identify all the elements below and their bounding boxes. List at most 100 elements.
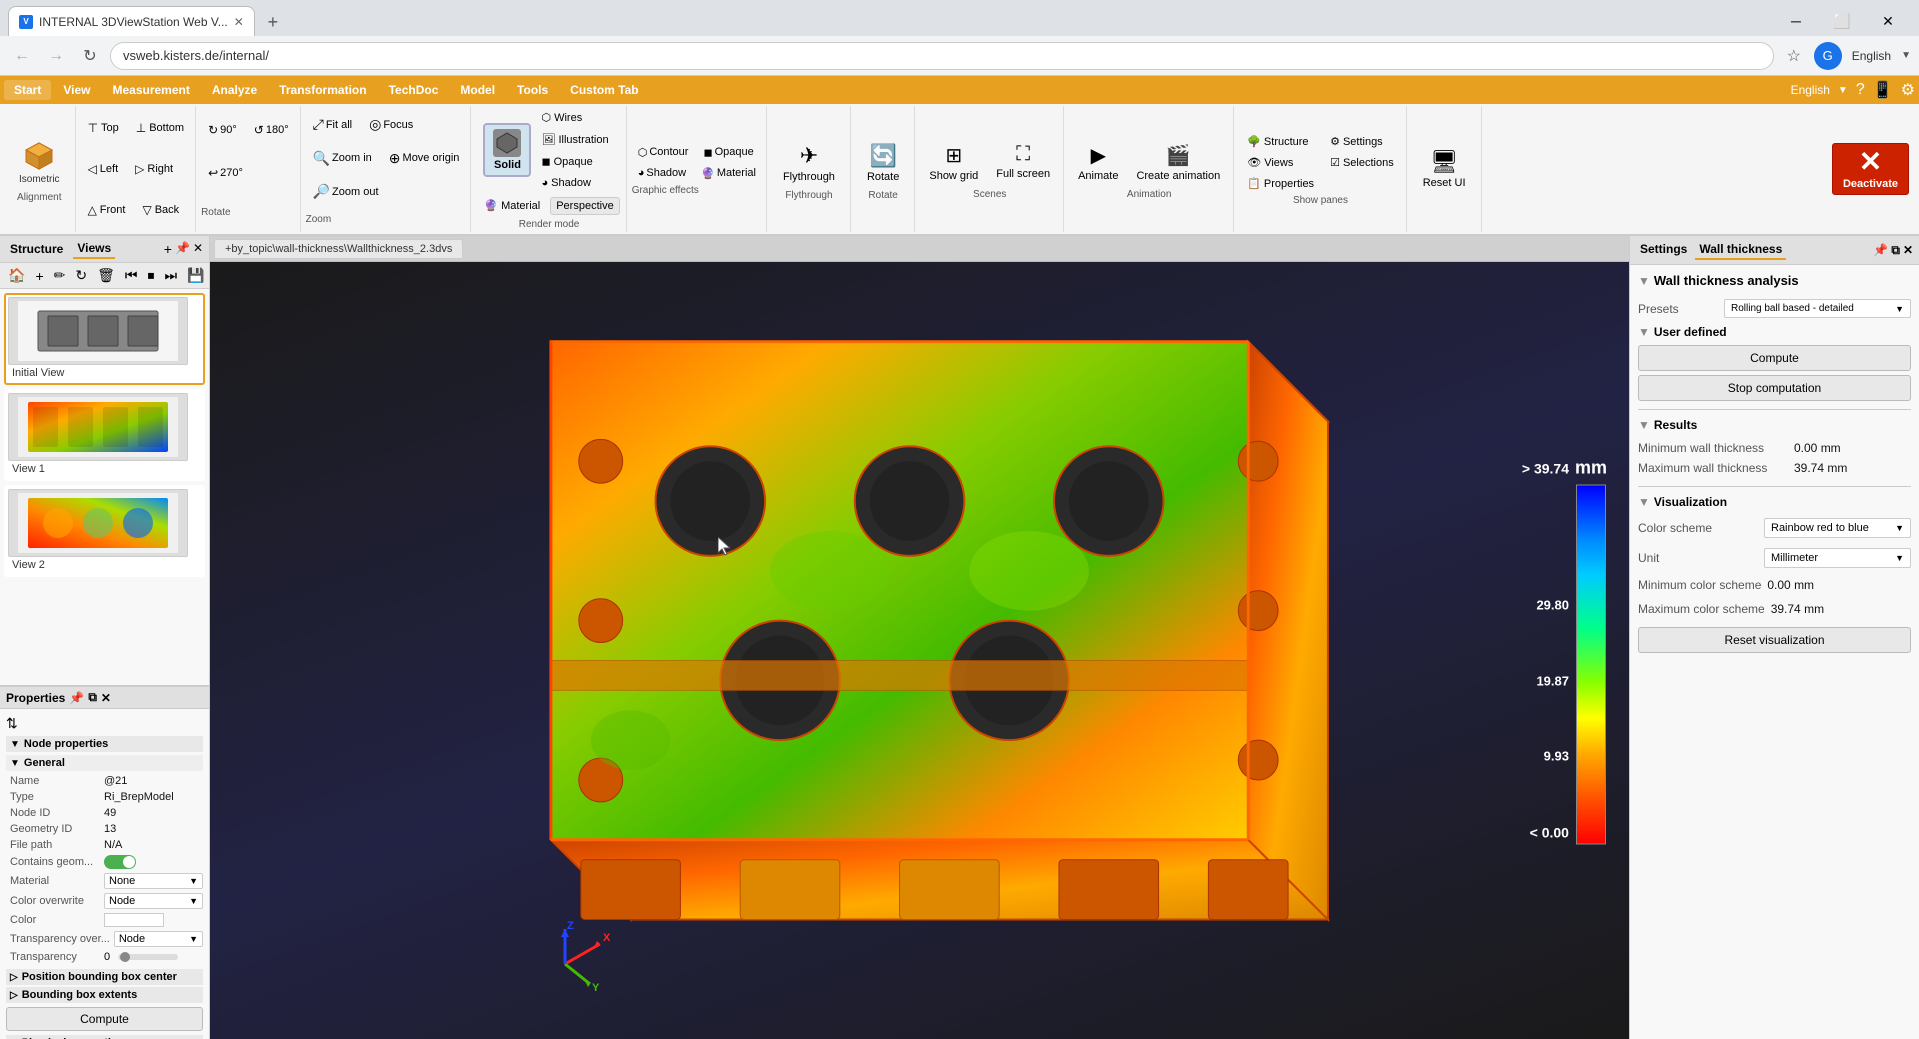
- views-add-icon[interactable]: +: [164, 241, 172, 257]
- opaque-button[interactable]: ◼Opaque: [535, 152, 614, 171]
- selections-pane-button[interactable]: ☑Selections: [1324, 153, 1400, 172]
- transparency-slider[interactable]: [118, 954, 178, 960]
- maximize-button[interactable]: ⬜: [1819, 6, 1865, 36]
- view-refresh-icon[interactable]: ↻: [71, 265, 91, 286]
- view-delete-icon[interactable]: 🗑: [93, 265, 119, 286]
- graphic-shadow-button[interactable]: ◕Shadow: [632, 164, 692, 183]
- deactivate-button[interactable]: ✕ Deactivate: [1832, 143, 1909, 195]
- views-tab[interactable]: Views: [73, 239, 115, 259]
- view-pencil-icon[interactable]: ✏: [50, 265, 70, 286]
- view-stop-icon[interactable]: ⏹: [143, 265, 158, 286]
- right-panel-float-icon[interactable]: ⧉: [1891, 243, 1900, 258]
- view-item-initial[interactable]: Initial View: [4, 293, 205, 385]
- compute-button[interactable]: Compute: [1638, 345, 1911, 371]
- animate-button[interactable]: ▶ Animate: [1071, 138, 1125, 187]
- props-compute-button[interactable]: Compute: [6, 1007, 203, 1031]
- views-close-icon[interactable]: ✕: [193, 241, 203, 257]
- zoom-in-button[interactable]: 🔍Zoom in: [306, 147, 379, 170]
- bb-extents-collapse-icon[interactable]: ▷: [10, 990, 18, 1001]
- right-panel-pin-icon[interactable]: 📌: [1873, 243, 1888, 258]
- presets-dropdown[interactable]: Rolling ball based - detailed ▼: [1724, 299, 1911, 318]
- view-prev-icon[interactable]: ⏮: [121, 265, 142, 286]
- right-wall-thickness-tab[interactable]: Wall thickness: [1695, 240, 1786, 260]
- rot90-button[interactable]: ↻90°: [201, 120, 244, 140]
- rot270-button[interactable]: ↩270°: [201, 163, 250, 183]
- properties-pane-button[interactable]: 📋Properties: [1241, 174, 1320, 193]
- bookmark-button[interactable]: ☆: [1780, 42, 1808, 70]
- phone-icon[interactable]: 📱: [1873, 80, 1893, 100]
- lang-dropdown-icon[interactable]: ▼: [1901, 50, 1911, 61]
- left-button[interactable]: ◁Left: [81, 159, 126, 179]
- material-dropdown[interactable]: None ▼: [104, 873, 203, 889]
- props-float-icon[interactable]: ⧉: [88, 690, 97, 705]
- front-button[interactable]: △Front: [81, 200, 133, 220]
- color-scheme-dropdown[interactable]: Rainbow red to blue ▼: [1764, 518, 1911, 538]
- stop-computation-button[interactable]: Stop computation: [1638, 375, 1911, 401]
- file-tab[interactable]: +by_topic\wall-thickness\Wallthickness_2…: [214, 239, 463, 259]
- position-bb-collapse-icon[interactable]: ▷: [10, 972, 18, 983]
- structure-pane-button[interactable]: 🌳Structure: [1241, 132, 1320, 151]
- fit-all-button[interactable]: ⤢Fit all: [306, 113, 359, 136]
- flythrough-button[interactable]: ✈ Flythrough: [774, 138, 844, 188]
- views-pin-icon[interactable]: 📌: [175, 241, 190, 257]
- back-button[interactable]: ▽Back: [135, 200, 186, 220]
- graphic-material-button[interactable]: 🔮Material: [695, 164, 762, 183]
- view-export-icon[interactable]: 💾: [183, 265, 208, 286]
- address-bar[interactable]: vsweb.kisters.de/internal/: [110, 42, 1774, 70]
- help-icon[interactable]: ?: [1856, 81, 1865, 99]
- lang-display[interactable]: English: [1791, 83, 1830, 97]
- color-overwrite-dropdown[interactable]: Node ▼: [104, 893, 203, 909]
- shadow-button[interactable]: ◕Shadow: [535, 174, 614, 192]
- contour-button[interactable]: ⬡Contour: [632, 143, 695, 162]
- close-button[interactable]: ✕: [1865, 6, 1911, 36]
- node-props-collapse-icon[interactable]: ▼: [10, 739, 20, 750]
- move-origin-button[interactable]: ⊕Move origin: [382, 147, 467, 170]
- menu-view[interactable]: View: [53, 80, 100, 100]
- rot180-button[interactable]: ↺180°: [247, 120, 296, 140]
- view-next-icon[interactable]: ⏭: [160, 265, 181, 286]
- browser-tab[interactable]: V INTERNAL 3DViewStation Web V... ✕: [8, 6, 255, 36]
- menu-techdoc[interactable]: TechDoc: [379, 80, 449, 100]
- material-button[interactable]: 🔮Material: [478, 196, 546, 215]
- menu-model[interactable]: Model: [450, 80, 505, 100]
- reset-ui-button[interactable]: 🖥 Reset UI: [1414, 144, 1475, 194]
- rotate-scene-button[interactable]: 🔄 Rotate: [858, 138, 908, 188]
- lang-arrow[interactable]: ▼: [1838, 85, 1848, 96]
- right-panel-close-icon[interactable]: ✕: [1903, 243, 1913, 258]
- language-selector[interactable]: English: [1848, 49, 1895, 63]
- general-collapse-icon[interactable]: ▼: [10, 758, 20, 769]
- menu-custom-tab[interactable]: Custom Tab: [560, 80, 648, 100]
- view-home-icon[interactable]: 🏠: [4, 265, 29, 286]
- bottom-button[interactable]: ⊥Bottom: [129, 118, 191, 138]
- menu-analyze[interactable]: Analyze: [202, 80, 267, 100]
- structure-tab[interactable]: Structure: [6, 240, 67, 258]
- graphic-opaque-button[interactable]: ◼Opaque: [697, 143, 759, 162]
- focus-button[interactable]: ◎Focus: [362, 113, 420, 136]
- reload-button[interactable]: ↻: [76, 42, 104, 70]
- isometric-button[interactable]: Isometric: [10, 135, 69, 190]
- forward-nav-button[interactable]: →: [42, 42, 70, 70]
- illustration-button[interactable]: 🖼Illustration: [535, 130, 614, 149]
- analysis-collapse-icon[interactable]: ▼: [1638, 274, 1650, 288]
- props-sort-icon[interactable]: ⇅: [6, 715, 18, 732]
- unit-dropdown[interactable]: Millimeter ▼: [1764, 548, 1911, 568]
- settings-pane-button[interactable]: ⚙Settings: [1324, 132, 1400, 151]
- wires-button[interactable]: ⬡Wires: [535, 108, 614, 127]
- user-defined-collapse-icon[interactable]: ▼: [1638, 325, 1650, 339]
- view-add-icon[interactable]: +: [31, 266, 47, 286]
- show-grid-button[interactable]: ⊞ Show grid: [922, 138, 985, 187]
- color-swatch[interactable]: [104, 913, 164, 927]
- view-item-2[interactable]: View 2: [4, 485, 205, 577]
- props-pin-icon[interactable]: 📌: [69, 691, 84, 705]
- views-pane-button[interactable]: 👁Views: [1241, 153, 1320, 172]
- tab-close-icon[interactable]: ✕: [234, 15, 244, 29]
- top-button[interactable]: ⊤Top: [81, 118, 126, 138]
- create-animation-button[interactable]: 🎬 Create animation: [1129, 138, 1227, 187]
- back-nav-button[interactable]: ←: [8, 42, 36, 70]
- right-button[interactable]: ▷Right: [128, 159, 180, 179]
- menu-start[interactable]: Start: [4, 80, 51, 100]
- minimize-button[interactable]: ─: [1773, 6, 1819, 36]
- profile-button[interactable]: G: [1814, 42, 1842, 70]
- view-item-1[interactable]: View 1: [4, 389, 205, 481]
- full-screen-button[interactable]: ⛶ Full screen: [989, 138, 1057, 187]
